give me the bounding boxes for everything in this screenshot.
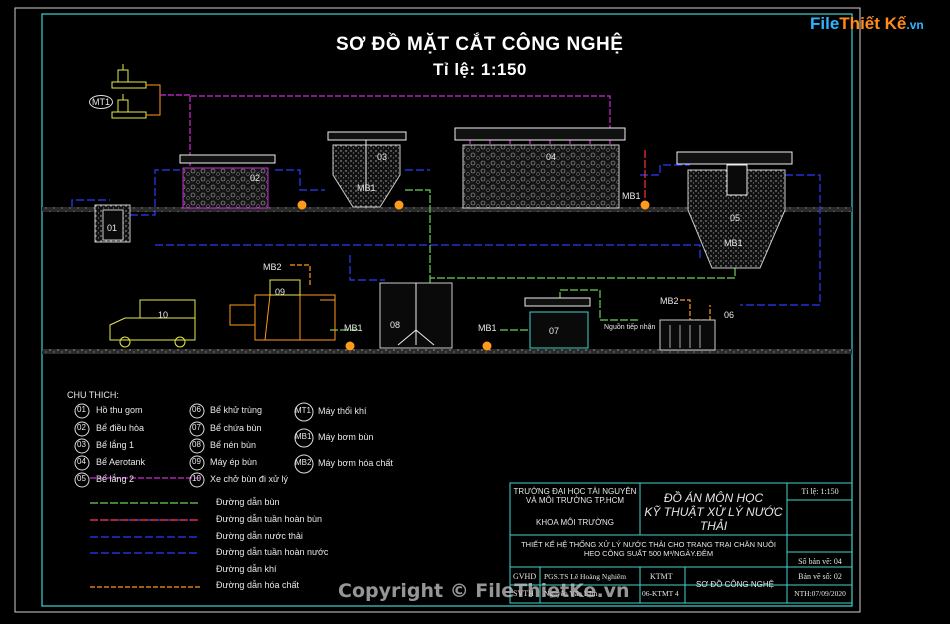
tb-school: TRƯỜNG ĐẠI HỌC TÀI NGUYÊN VÀ MÔI TRƯỜNG …	[513, 487, 637, 505]
legend-code-04: 04	[77, 457, 86, 466]
tb-date: NTH:07/09/2020	[794, 589, 846, 598]
tank-06	[659, 319, 716, 351]
legend-code-mt1: MT1	[295, 406, 311, 415]
legend-label-mt1: Máy thổi khí	[318, 406, 367, 416]
legend-line-wastewater: Đường dẫn nước thải	[216, 531, 303, 541]
legend-label-10: Xe chở bùn đi xử lý	[210, 474, 288, 484]
tag-02: 02	[250, 173, 261, 183]
legend-label-09: Máy ép bùn	[210, 457, 258, 467]
legend-label-06: Bể khử trùng	[210, 405, 263, 415]
legend-line-return-water: Đường dẫn tuần hoàn nước	[216, 547, 329, 557]
legend-line-sludge: Đường dẫn bùn	[216, 497, 280, 507]
legend-label-02: Bể điều hòa	[96, 423, 145, 433]
tank-08	[379, 282, 453, 349]
legend-label-01: Hồ thu gom	[96, 405, 143, 415]
tag-08: 08	[390, 320, 401, 330]
legend-code-03: 03	[77, 440, 86, 449]
tag-mb1-e: MB1	[478, 323, 497, 333]
legend-label-08: Bể nén bùn	[210, 440, 257, 450]
tank-07	[524, 297, 591, 349]
blower-mt1	[111, 64, 161, 119]
tag-mb2-a: MB2	[263, 262, 282, 272]
legend-label-07: Bể chứa bùn	[210, 423, 262, 433]
tag-mb1-a: MB1	[357, 183, 376, 193]
drawing-scale: Tỉ lệ: 1:150	[433, 60, 527, 79]
tb-drawing-name: SƠ ĐỒ CÔNG NGHỆ	[696, 580, 774, 589]
legend-label-03: Bể lắng 1	[96, 440, 135, 450]
tag-04: 04	[546, 152, 557, 162]
legend-code-mb2: MB2	[295, 458, 312, 467]
tb-scale: Tỉ lệ: 1:150	[801, 487, 839, 496]
logo-part3: .vn	[906, 18, 924, 32]
legend-label-05: Bể lắng 2	[96, 474, 135, 484]
legend-label-mb1: Máy bơm bùn	[318, 432, 374, 442]
tag-mb2-b: MB2	[660, 296, 679, 306]
legend-code-08: 08	[192, 440, 201, 449]
legend-line-return-sludge: Đường dẫn tuần hoàn bùn	[216, 514, 323, 524]
tag-06: 06	[724, 310, 735, 320]
tag-05: 05	[730, 213, 741, 223]
legend-code-02: 02	[77, 423, 86, 432]
tag-10: 10	[158, 310, 169, 320]
tb-class1: KTMT	[650, 572, 673, 581]
legend-label-04: Bể Aerotank	[96, 457, 146, 467]
sludge-truck-10	[109, 299, 196, 348]
logo-part1: File	[810, 14, 840, 33]
tank-05	[676, 151, 793, 269]
legend-code-05: 05	[77, 474, 86, 483]
legend-label-mb2: Máy bơm hóa chất	[318, 458, 393, 468]
tag-07: 07	[549, 326, 560, 336]
tank-04	[454, 127, 626, 209]
legend-code-09: 09	[192, 457, 201, 466]
legend-line-air: Đường dẫn khí	[216, 564, 277, 574]
tank-03	[327, 131, 407, 208]
logo-part2: Thiết Kế	[839, 14, 907, 33]
tag-mb1-c: MB1	[724, 238, 743, 248]
diagram-canvas	[14, 7, 861, 613]
tb-project-title: ĐỒ ÁN MÔN HỌC KỸ THUẬT XỬ LÝ NƯỚC THẢI	[644, 491, 783, 533]
tag-03: 03	[377, 152, 388, 162]
site-logo: FileThiết Kế.vn	[810, 14, 924, 34]
legend-code-07: 07	[192, 423, 201, 432]
legend-heading: CHU THICH:	[67, 390, 119, 400]
tag-mb1-d: MB1	[344, 323, 363, 333]
copyright-watermark: Copyright © FileThietKe.vn	[338, 580, 630, 602]
legend-code-06: 06	[192, 405, 201, 414]
tb-design: THIẾT KẾ HỆ THỐNG XỬ LÝ NƯỚC THẢI CHO TR…	[521, 540, 776, 558]
inlet-label: Nguồn tiếp nhận	[604, 324, 656, 331]
legend-code-10: 10	[192, 474, 201, 483]
tag-01: 01	[107, 223, 118, 233]
tank-02	[179, 154, 276, 209]
tag-mt1: MT1	[89, 95, 113, 109]
legend-code-01: 01	[77, 405, 86, 414]
tag-mb1-b: MB1	[622, 191, 641, 201]
tb-faculty: KHOA MÔI TRƯỜNG	[536, 518, 614, 527]
tag-09: 09	[275, 287, 286, 297]
tb-sheet-count: Số bản vẽ: 04	[798, 557, 842, 566]
ground-line-lower	[42, 349, 852, 354]
legend-code-mb1: MB1	[295, 432, 312, 441]
tb-class2: 06-KTMT 4	[642, 589, 679, 598]
drawing-title: SƠ ĐỒ MẶT CẮT CÔNG NGHỆ	[336, 34, 624, 55]
legend-line-chemical: Đường dẫn hóa chất	[216, 580, 299, 590]
tb-sheet-no: Bản vẽ số: 02	[798, 572, 842, 581]
